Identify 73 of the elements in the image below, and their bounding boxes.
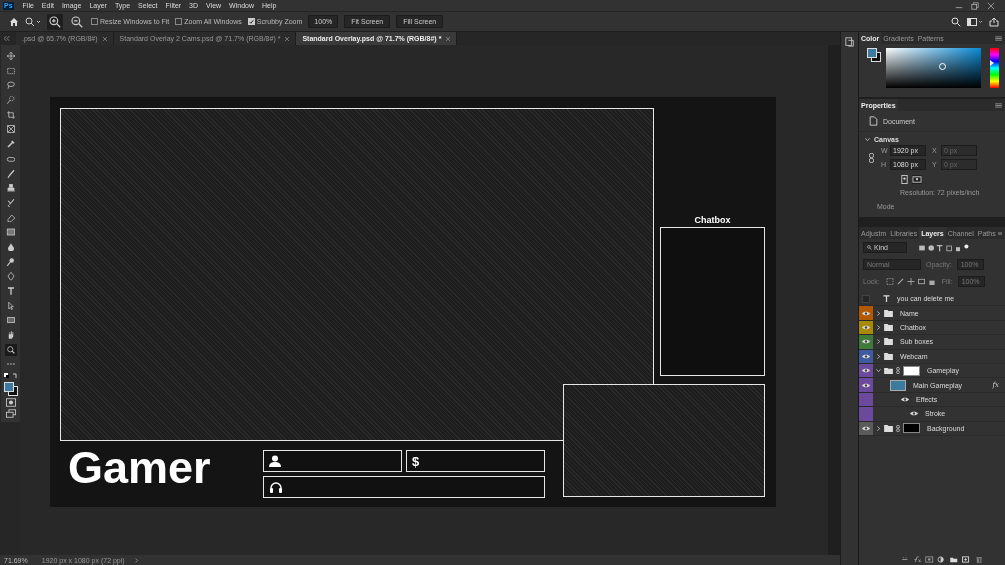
swap-colors-icon[interactable]	[3, 373, 18, 380]
type-icon	[883, 295, 890, 303]
zoom-icon[interactable]	[4, 343, 17, 356]
close-icon[interactable]	[285, 36, 290, 41]
hue-pointer[interactable]	[990, 60, 994, 67]
workspace-icon[interactable]	[967, 16, 983, 27]
link-icon[interactable]	[896, 424, 900, 432]
eye-icon[interactable]	[862, 425, 870, 431]
search-icon	[867, 245, 872, 250]
quick-mask-icon[interactable]	[5, 397, 16, 407]
zoom-in-icon[interactable]	[47, 13, 63, 30]
link-icon[interactable]	[869, 152, 874, 163]
close-icon[interactable]	[446, 36, 451, 41]
screen-mode-icon[interactable]	[5, 409, 16, 419]
mask-thumbnail[interactable]	[903, 423, 920, 434]
eye-icon[interactable]	[862, 382, 870, 388]
link-icon[interactable]	[896, 367, 900, 375]
portrait-icon[interactable]	[900, 175, 909, 184]
lock-icons-drawing[interactable]	[884, 278, 937, 285]
crop-icon[interactable]	[4, 108, 17, 121]
search-icon[interactable]	[951, 16, 961, 27]
chevron-icon[interactable]	[876, 368, 881, 374]
streamer-name: Gamer	[68, 445, 211, 490]
close-icon[interactable]	[987, 1, 995, 10]
quick-select-icon[interactable]	[4, 94, 17, 107]
menu-icon[interactable]	[995, 35, 1002, 41]
eye-icon[interactable]	[901, 396, 909, 402]
stamp-icon[interactable]	[4, 182, 17, 195]
zoom-tool-icon[interactable]	[25, 16, 41, 27]
color-swatch[interactable]	[3, 381, 18, 395]
landscape-icon[interactable]	[912, 175, 922, 184]
folder-icon	[884, 424, 893, 432]
color-field[interactable]	[886, 48, 981, 88]
eye-icon[interactable]	[862, 353, 870, 359]
chatbox-title: Chatbox	[693, 215, 732, 225]
chevron-icon[interactable]	[876, 310, 881, 316]
chevron-icon[interactable]	[876, 324, 881, 330]
zoom-out-icon[interactable]	[69, 13, 85, 30]
menu-icon[interactable]	[995, 102, 1002, 108]
share-icon[interactable]	[989, 16, 999, 27]
checkbox[interactable]	[175, 18, 183, 25]
color-swatch[interactable]	[867, 48, 881, 62]
checkbox[interactable]	[91, 18, 98, 25]
chevron-icon[interactable]	[876, 425, 881, 431]
eye-icon[interactable]	[910, 411, 918, 417]
layer-color-tag[interactable]	[859, 306, 873, 320]
layer-color-tag[interactable]	[859, 335, 873, 349]
restore-icon[interactable]	[971, 1, 979, 10]
person-icon	[269, 455, 281, 467]
layer-thumbnail[interactable]	[890, 379, 906, 391]
menu-icon[interactable]	[997, 230, 1002, 236]
eye-icon[interactable]	[862, 324, 870, 330]
history-icon[interactable]	[844, 37, 855, 47]
checkbox[interactable]	[247, 18, 255, 25]
eye-icon[interactable]	[862, 310, 870, 316]
layer-color-tag[interactable]	[859, 378, 873, 392]
chevron-icon[interactable]	[865, 137, 870, 142]
move-icon[interactable]	[4, 50, 17, 62]
home-icon[interactable]	[9, 16, 19, 27]
hue-slider[interactable]	[990, 48, 999, 88]
chevron-icon[interactable]	[134, 557, 139, 563]
eye-icon[interactable]	[862, 368, 870, 374]
lasso-icon[interactable]	[4, 79, 17, 92]
dollar-sign: $	[412, 453, 420, 469]
eye-icon[interactable]	[862, 339, 870, 345]
frame-icon[interactable]	[4, 123, 17, 136]
document-icon	[869, 116, 878, 126]
close-icon[interactable]	[102, 36, 107, 41]
headphones-icon	[269, 481, 283, 493]
chevron-icon[interactable]	[876, 339, 881, 345]
layer-color-tag[interactable]	[859, 407, 873, 421]
chevron-icon[interactable]	[876, 353, 881, 359]
mask-thumbnail[interactable]	[903, 365, 920, 376]
